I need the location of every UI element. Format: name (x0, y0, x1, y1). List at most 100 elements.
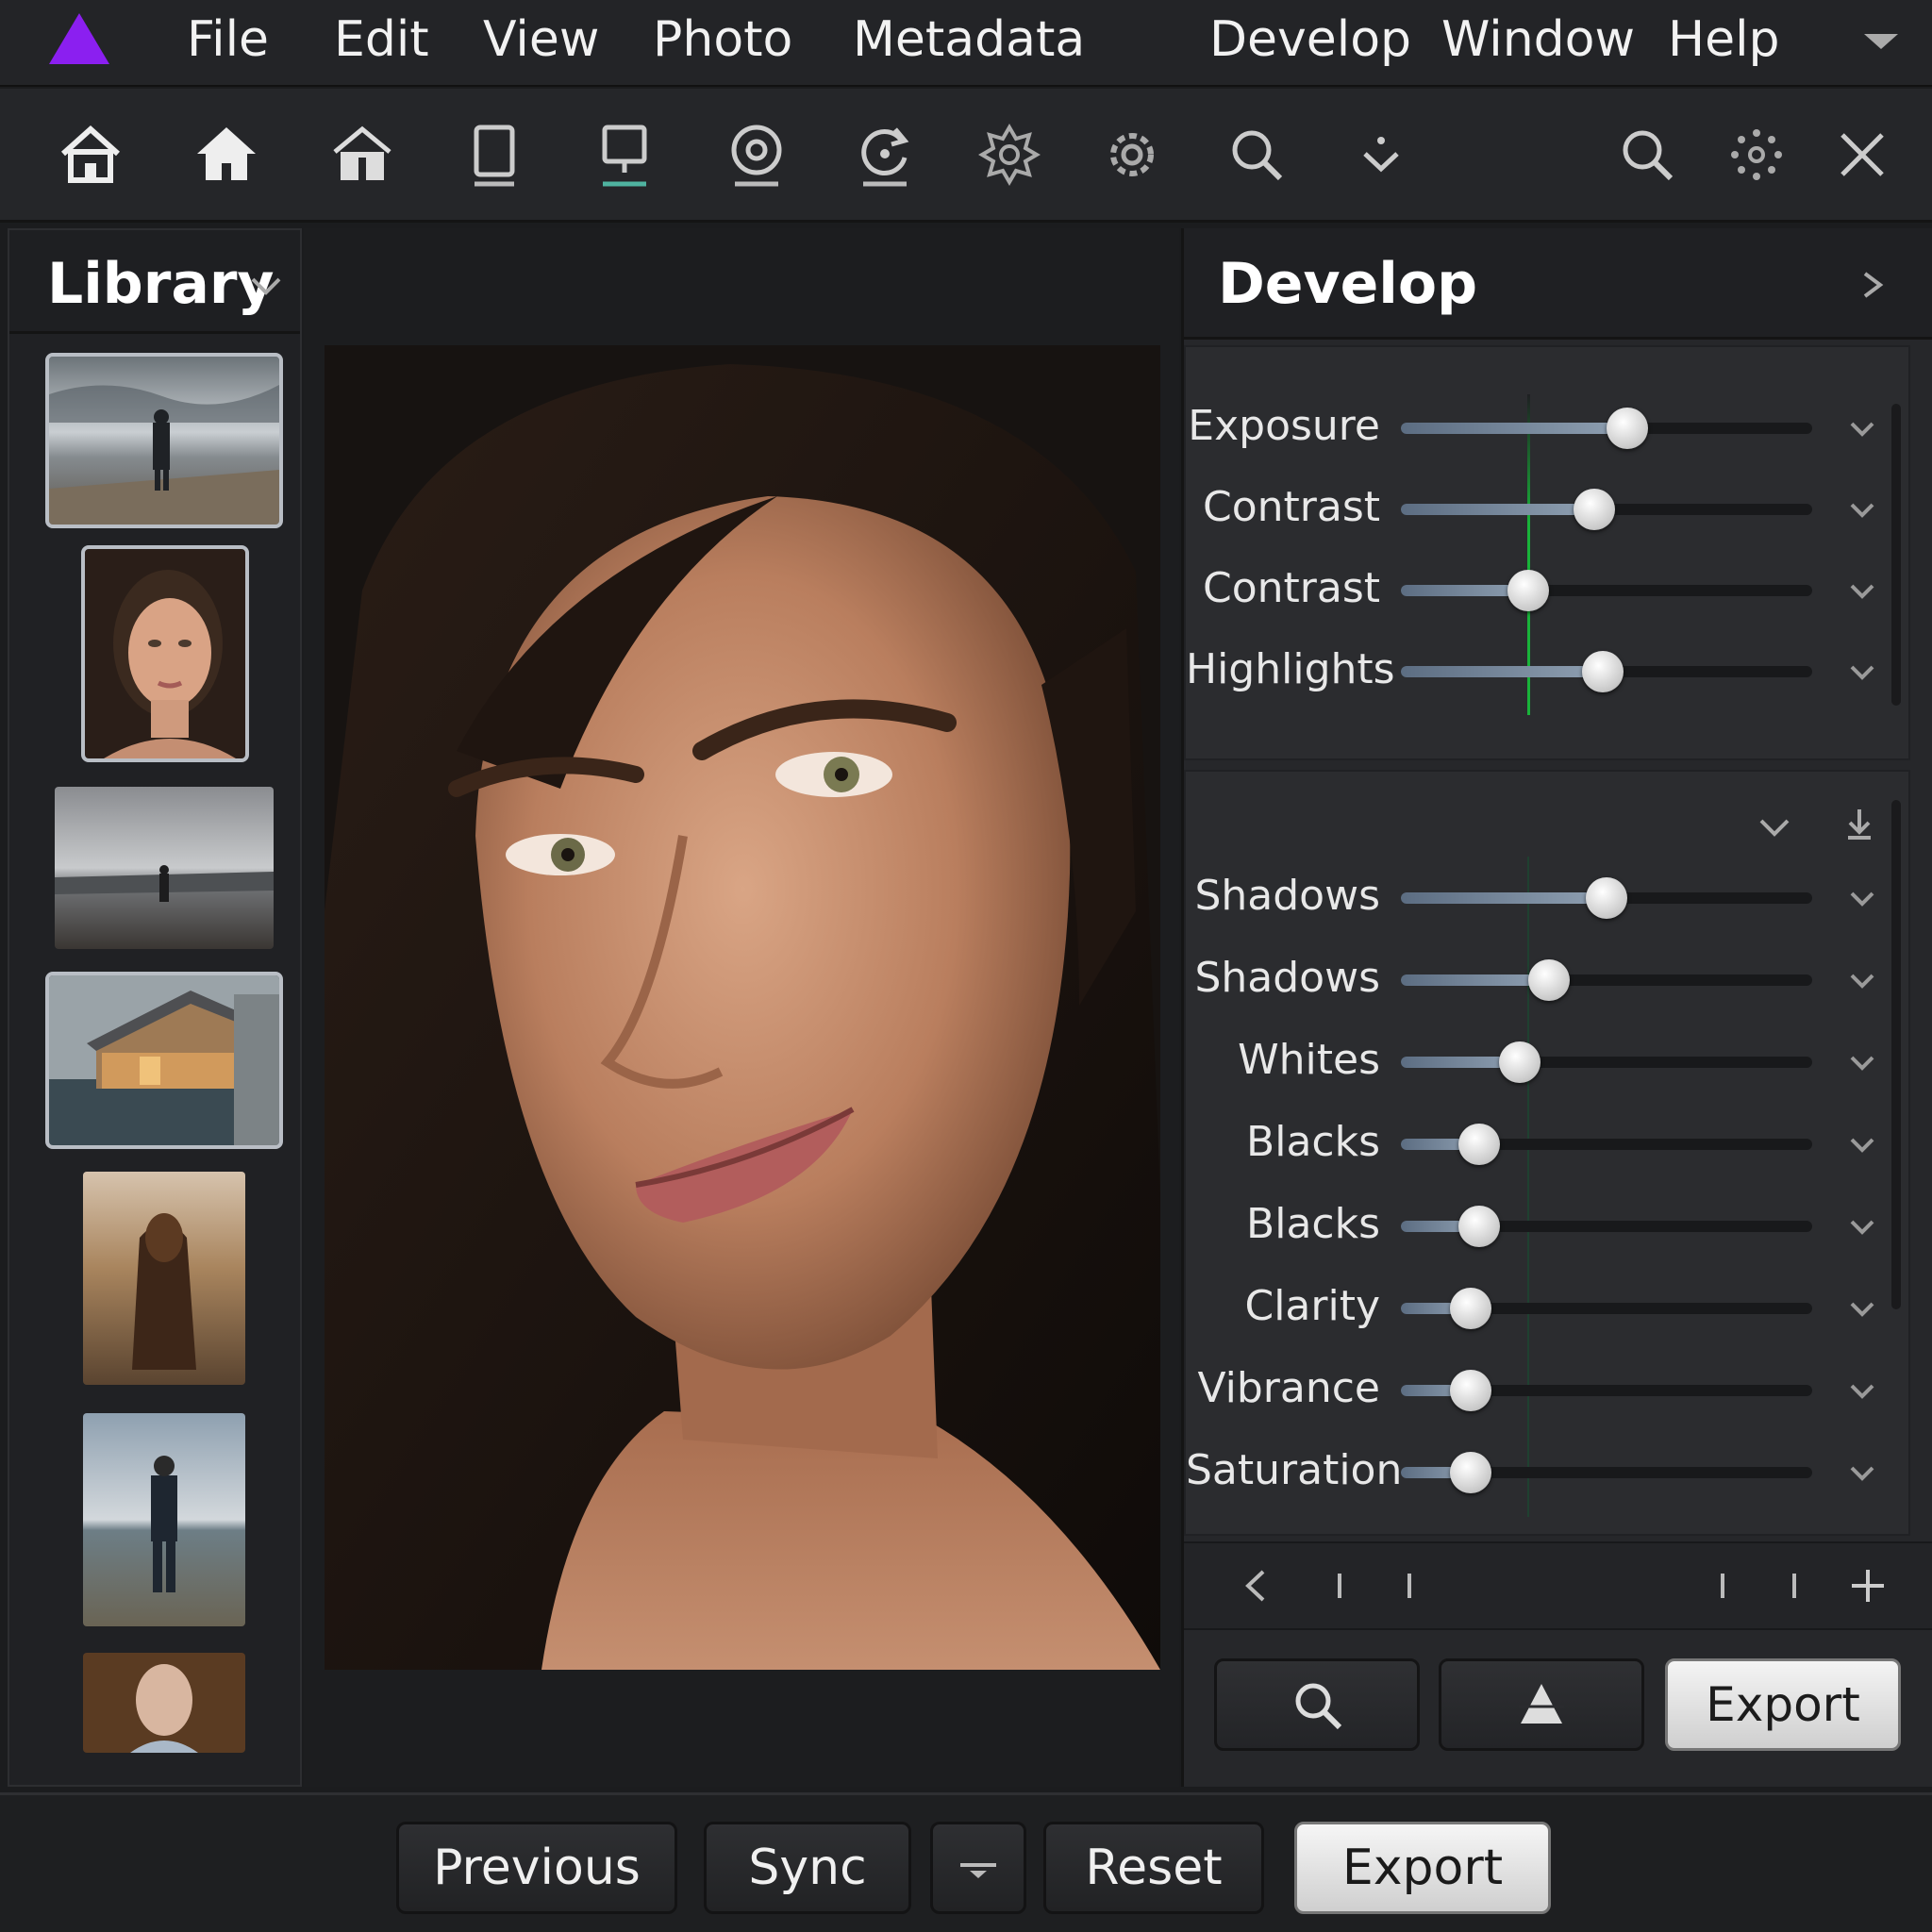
tone-adjust-slider-handle[interactable] (1499, 1041, 1541, 1083)
tone-adjust-slider-fill (1401, 892, 1607, 904)
gear-icon[interactable] (1094, 117, 1170, 192)
home-filled-icon[interactable] (189, 117, 264, 192)
tick-mark-icon[interactable] (1386, 1562, 1433, 1609)
tick-mark-icon[interactable] (1771, 1562, 1818, 1609)
tone-adjust-label: Shadows (1194, 872, 1380, 920)
tone-adjust-slider-handle[interactable] (1450, 1288, 1492, 1329)
store-icon[interactable] (325, 117, 400, 192)
chevron-down-icon[interactable] (1846, 882, 1878, 914)
tone-adjust-label: Saturation (1186, 1446, 1403, 1494)
thumbnail-portrait-partial[interactable] (83, 1653, 245, 1753)
basic-adjust-slider-fill (1401, 504, 1594, 515)
menu-view[interactable]: View (483, 9, 599, 70)
triangle-up-icon (1519, 1684, 1564, 1724)
chevron-left-icon[interactable] (1233, 1562, 1280, 1609)
basic-adjustments-group: Exposure Contrast Contrast Highlights (1184, 345, 1910, 760)
sync-dropdown-icon (960, 1863, 996, 1878)
tone-adjustments-group: Shadows Shadows Whites Blacks Blacks Clarity V… (1184, 770, 1910, 1536)
close-icon[interactable] (1824, 117, 1900, 192)
basic-adjust-slider-handle[interactable] (1507, 570, 1550, 611)
menu-develop[interactable]: Develop (1209, 9, 1411, 70)
develop-export-button[interactable]: Export (1665, 1658, 1901, 1751)
basic-adjust-slider[interactable] (1401, 585, 1812, 596)
bottom-bar: Previous Sync Reset Export (0, 1792, 1932, 1932)
reset-button[interactable]: Reset (1043, 1822, 1264, 1914)
tone-adjust-slider-handle[interactable] (1527, 959, 1570, 1001)
tone-adjust-label: Vibrance (1197, 1364, 1381, 1412)
thumbnail-hiker-by-lake[interactable] (83, 1413, 245, 1626)
sync-options-button[interactable] (930, 1822, 1026, 1914)
toolbar (0, 89, 1932, 223)
chevron-down-icon[interactable] (247, 266, 285, 304)
menu-bar: File Edit View Photo Metadata Develop Wi… (0, 0, 1932, 87)
tone-adjust-slider[interactable] (1401, 974, 1812, 986)
chevron-down-icon[interactable] (1846, 493, 1878, 525)
home-icon[interactable] (53, 117, 128, 192)
plus-icon[interactable] (1844, 1562, 1891, 1609)
collapse-chevron-icon[interactable] (1756, 808, 1793, 845)
chevron-down-icon[interactable] (1846, 1374, 1878, 1407)
previous-button[interactable]: Previous (396, 1822, 677, 1914)
refresh-icon[interactable] (847, 117, 923, 192)
basic-adjust-slider-handle[interactable] (1573, 489, 1615, 530)
download-arrow-icon[interactable] (1343, 117, 1419, 192)
chevron-down-icon[interactable] (1846, 1046, 1878, 1078)
tone-adjust-slider-handle[interactable] (1457, 1124, 1500, 1165)
basic-adjust-slider-handle[interactable] (1581, 651, 1624, 692)
menu-photo[interactable]: Photo (653, 9, 792, 70)
group2-scrollbar[interactable] (1891, 800, 1901, 1309)
search-right-icon[interactable] (1609, 117, 1685, 192)
main-photo[interactable] (325, 345, 1160, 1670)
chevron-down-icon[interactable] (1846, 964, 1878, 996)
tone-adjust-slider-handle[interactable] (1450, 1370, 1492, 1411)
upload-button[interactable] (1439, 1658, 1644, 1751)
tone-adjust-slider[interactable] (1401, 1057, 1812, 1068)
menu-edit[interactable]: Edit (334, 9, 429, 70)
menu-file[interactable]: File (187, 9, 269, 70)
menu-metadata[interactable]: Metadata (853, 9, 1085, 70)
chevron-down-icon[interactable] (1846, 656, 1878, 688)
basic-adjust-slider-fill (1401, 666, 1603, 677)
chevron-down-icon[interactable] (1846, 1457, 1878, 1489)
monitor-icon[interactable] (587, 117, 662, 192)
menu-window[interactable]: Window (1441, 9, 1635, 70)
tick-mark-icon[interactable] (1699, 1562, 1746, 1609)
tone-adjust-slider-handle[interactable] (1457, 1206, 1500, 1247)
tick-mark-icon[interactable] (1316, 1562, 1363, 1609)
thumbnail-lakeside-cabin[interactable] (45, 972, 283, 1149)
download-icon[interactable] (1840, 806, 1878, 843)
basic-adjust-label: Highlights (1186, 645, 1395, 693)
tone-adjust-label: Blacks (1246, 1200, 1380, 1248)
flower-gear-icon[interactable] (972, 117, 1047, 192)
export-button[interactable]: Export (1294, 1822, 1551, 1914)
chevron-down-icon[interactable] (1846, 1210, 1878, 1242)
chevron-down-icon[interactable] (1846, 412, 1878, 444)
thumbnail-woman-at-shore[interactable] (83, 1172, 245, 1385)
menu-overflow-caret-icon[interactable] (1864, 34, 1898, 49)
group1-scrollbar[interactable] (1891, 404, 1901, 706)
app-logo-icon[interactable] (47, 11, 111, 66)
chevron-down-icon[interactable] (1846, 1128, 1878, 1160)
search-icon[interactable] (1219, 117, 1294, 192)
basic-adjust-slider-handle[interactable] (1606, 408, 1648, 449)
tablet-icon[interactable] (457, 117, 532, 192)
loading-icon[interactable] (1719, 117, 1794, 192)
library-header: Library (9, 230, 300, 334)
thumbnail-overcast-shore[interactable] (55, 787, 274, 949)
chevron-down-icon[interactable] (1846, 1292, 1878, 1324)
menu-help[interactable]: Help (1668, 9, 1780, 70)
sync-button[interactable]: Sync (704, 1822, 911, 1914)
target-icon[interactable] (719, 117, 794, 192)
basic-adjust-label: Contrast (1202, 564, 1380, 612)
tone-adjust-slider-handle[interactable] (1586, 877, 1627, 919)
tone-adjust-label: Blacks (1246, 1118, 1380, 1166)
tone-adjust-label: Clarity (1244, 1282, 1380, 1330)
search-button[interactable] (1214, 1658, 1420, 1751)
develop-title: Develop (1218, 251, 1478, 317)
library-title: Library (47, 251, 275, 317)
thumbnail-portrait[interactable] (81, 545, 249, 762)
thumbnail-foggy-lake[interactable] (45, 353, 283, 528)
chevron-down-icon[interactable] (1846, 575, 1878, 607)
chevron-right-icon[interactable] (1856, 268, 1890, 302)
tone-adjust-slider-handle[interactable] (1450, 1452, 1492, 1493)
